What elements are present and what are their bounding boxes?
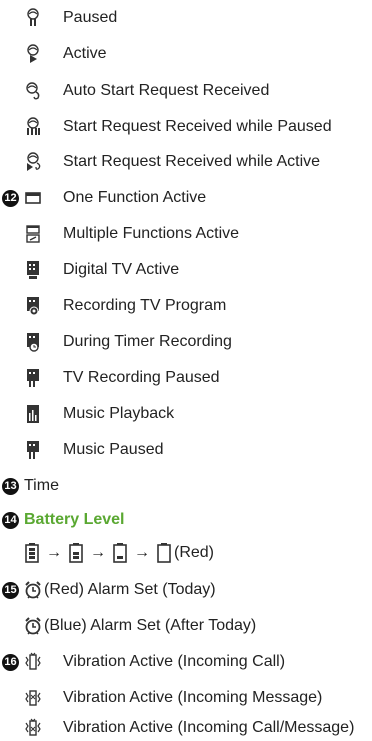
item-number-badge: 14: [2, 511, 19, 529]
item-label: (Red) Alarm Set (Today): [44, 581, 216, 598]
remote-active-icon: [24, 44, 42, 64]
multiple-functions-icon: [24, 224, 42, 244]
section-heading: Battery Level: [24, 511, 125, 528]
item-label: Vibration Active (Incoming Call): [63, 653, 286, 670]
item-label: Multiple Functions Active: [63, 225, 240, 242]
item-label: TV Recording Paused: [63, 369, 220, 386]
tv-recording-paused-icon: [24, 368, 42, 388]
battery-sequence: → → → (Red): [24, 541, 284, 565]
battery-low-icon: [113, 543, 127, 563]
start-request-active-icon: [24, 152, 42, 172]
arrow-icon: →: [90, 544, 106, 561]
item-label: Vibration Active (Incoming Call/Message): [63, 719, 355, 736]
item-label: Vibration Active (Incoming Message): [63, 689, 323, 706]
item-label: Digital TV Active: [63, 261, 180, 278]
digital-tv-icon: [24, 260, 42, 280]
item-number-badge: 15: [2, 581, 19, 599]
arrow-icon: →: [134, 544, 150, 561]
item-label: Music Paused: [63, 441, 164, 458]
alarm-blue-icon: [24, 616, 42, 636]
item-label: During Timer Recording: [63, 333, 232, 350]
one-function-icon: [24, 188, 42, 208]
item-label: Time: [24, 477, 59, 494]
item-label: Active: [63, 45, 107, 62]
item-number-badge: 16: [2, 653, 19, 671]
battery-empty-color-label: (Red): [174, 544, 215, 561]
battery-medium-icon: [69, 543, 83, 563]
item-number-badge: 12: [2, 189, 19, 207]
music-paused-icon: [24, 440, 42, 460]
music-playback-icon: [24, 404, 42, 424]
vibration-call-icon: [24, 652, 42, 672]
arrow-icon: →: [46, 544, 62, 561]
item-label: Recording TV Program: [63, 297, 227, 314]
battery-full-icon: [25, 543, 39, 563]
item-label: Start Request Received while Paused: [63, 118, 332, 135]
battery-empty-icon: [157, 543, 171, 563]
item-label: Start Request Received while Active: [63, 153, 321, 170]
timer-recording-icon: [24, 332, 42, 352]
vibration-message-icon: [24, 688, 42, 708]
icon-legend: Paused Active Auto Start Request Receive…: [0, 0, 372, 741]
remote-paused-icon: [24, 8, 42, 28]
item-label: Music Playback: [63, 405, 175, 422]
start-request-paused-icon: [24, 117, 42, 137]
vibration-call-message-icon: [24, 718, 42, 738]
item-label: Auto Start Request Received: [63, 82, 270, 99]
item-label: Paused: [63, 9, 118, 26]
item-number-badge: 13: [2, 477, 19, 495]
item-label: (Blue) Alarm Set (After Today): [44, 617, 257, 634]
alarm-red-icon: [24, 580, 42, 600]
item-label: One Function Active: [63, 189, 207, 206]
recording-tv-icon: [24, 296, 42, 316]
auto-start-request-icon: [24, 81, 42, 101]
